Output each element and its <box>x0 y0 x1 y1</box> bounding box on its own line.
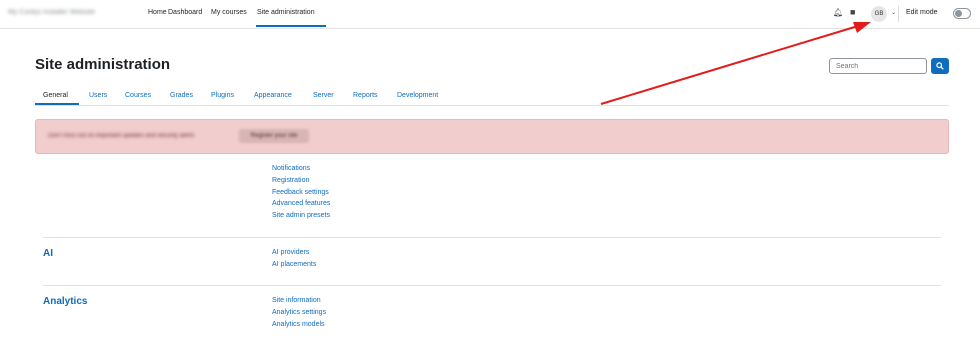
annotation-arrow <box>600 22 871 105</box>
